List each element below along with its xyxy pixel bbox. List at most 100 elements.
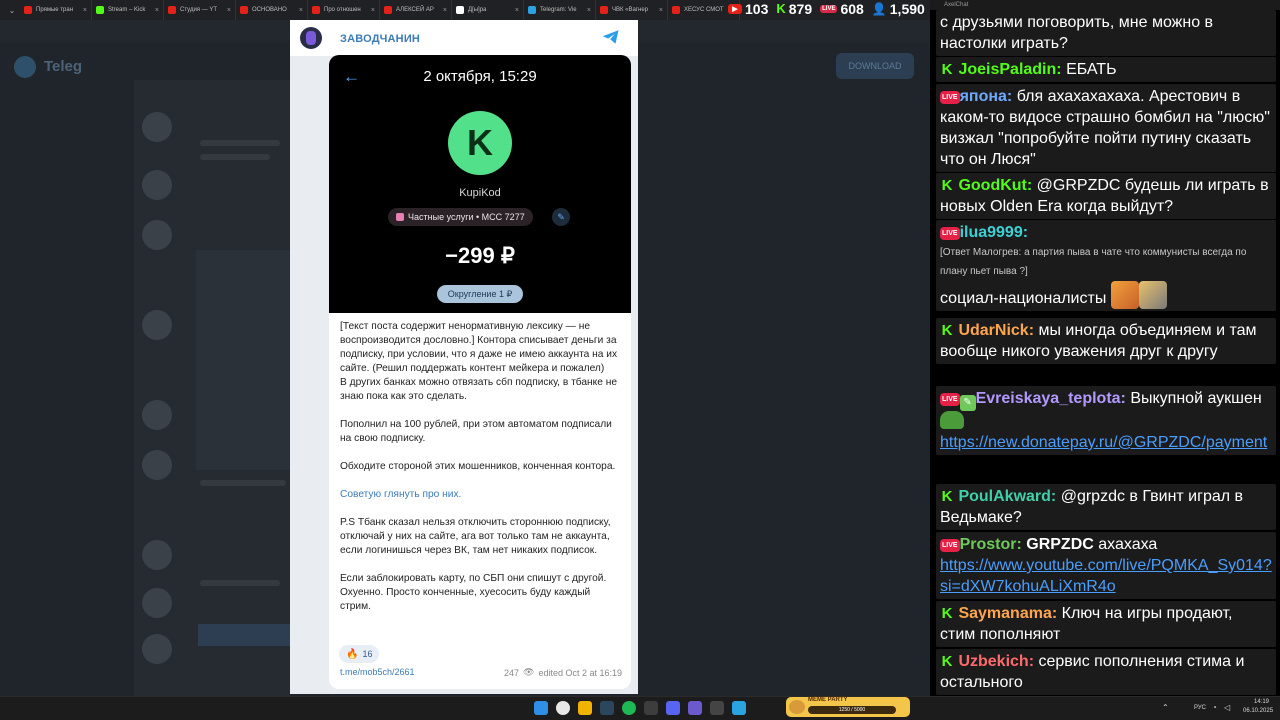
view-count: 247 xyxy=(503,667,519,678)
chat-nick[interactable]: Prostor: xyxy=(960,536,1022,553)
background-avatar xyxy=(142,170,172,200)
post-paragraph: Пополнил на 100 рублей, при этом автомат… xyxy=(340,419,612,444)
category-label: Частные услуги • MCC 7277 xyxy=(408,212,525,222)
post-paragraph: Обходите стороной этих мошенников, конче… xyxy=(340,461,616,472)
youtube-icon: ▶ xyxy=(728,3,742,14)
close-tab-icon[interactable]: × xyxy=(83,7,87,14)
tab-favicon-icon xyxy=(312,6,320,14)
background-avatar xyxy=(142,588,172,618)
chat-link[interactable]: https://new.donatepay.ru/@GRPZDC/payment xyxy=(940,434,1267,451)
pepe-emote xyxy=(940,411,964,429)
download-button[interactable]: DOWNLOAD xyxy=(836,53,914,79)
tray-chevron-icon[interactable]: ⌃ xyxy=(1162,703,1169,712)
post-text: [Текст поста содержит ненормативную лекс… xyxy=(340,320,622,628)
close-tab-icon[interactable]: × xyxy=(227,7,231,14)
chat-nick[interactable]: JoeisPaladin: xyxy=(958,61,1061,78)
emote-image xyxy=(1110,281,1139,309)
chat-nick[interactable]: GoodKut: xyxy=(958,177,1032,194)
browser-tab[interactable]: АЛЕКСЕЙ АР × xyxy=(380,0,452,20)
browser-tab[interactable]: ЧВК «Вагнер × xyxy=(596,0,668,20)
fire-reaction[interactable]: 🔥 16 xyxy=(339,645,380,663)
spotify-icon[interactable] xyxy=(622,701,636,715)
close-tab-icon[interactable]: × xyxy=(587,7,591,14)
pencil-icon: ✎ xyxy=(552,208,570,226)
background-avatar xyxy=(142,634,172,664)
message-text: ахахаха xyxy=(1098,536,1158,553)
post-link-line[interactable]: Советую глянуть про них. xyxy=(340,488,622,502)
tab-label: Прямые тран xyxy=(36,7,74,13)
chat-nick[interactable]: PoulAkward: xyxy=(958,488,1056,505)
close-tab-icon[interactable]: × xyxy=(515,7,519,14)
reaction-count: 16 xyxy=(362,649,373,659)
kick-icon: K xyxy=(941,177,953,194)
message-text: с друзьями поговорить, мне можно в насто… xyxy=(940,14,1214,52)
browser-tab[interactable]: Прямые тран × xyxy=(20,0,92,20)
chat-nick[interactable]: япона: xyxy=(960,88,1013,105)
app-icon[interactable] xyxy=(688,701,702,715)
background-image-preview xyxy=(196,250,290,470)
close-tab-icon[interactable]: × xyxy=(371,7,375,14)
post-permalink[interactable]: t.me/mob5ch/2661 xyxy=(340,667,415,678)
app-icon[interactable] xyxy=(644,701,658,715)
browser-tab[interactable]: Д[ы]ра × xyxy=(452,0,524,20)
chat-nick[interactable]: UdarNick: xyxy=(958,322,1034,339)
live-viewers: LIVE 608 xyxy=(820,0,864,17)
pencil-badge-icon: ✎ xyxy=(959,395,976,411)
chat-message: K Saymanama: Ключ на игры продают, стим … xyxy=(936,601,1276,647)
chat-nick[interactable]: ilua9999: xyxy=(960,224,1028,241)
tab-label: ХЕСУС СМОТ xyxy=(684,7,724,13)
kick-icon: K xyxy=(941,653,953,670)
receipt-date: 2 октября, 15:29 xyxy=(423,68,537,85)
browser-tab[interactable]: Студия — YT × xyxy=(164,0,236,20)
browser-tab[interactable]: ОСНОВАНО × xyxy=(236,0,308,20)
background-text-line xyxy=(200,140,280,146)
chat-link[interactable]: https://www.youtube.com/live/PQMKA_Sy014… xyxy=(940,557,1272,595)
tab-label: Студия — YT xyxy=(180,7,218,13)
message-text: Выкупной аукшен xyxy=(1130,390,1262,407)
wifi-icon[interactable]: ◔ xyxy=(1212,703,1217,712)
post-paragraph: Если заблокировать карту, по СБП они спи… xyxy=(340,573,607,612)
browser-tab[interactable]: Stream – Kick × xyxy=(92,0,164,20)
close-tab-icon[interactable]: × xyxy=(659,7,663,14)
chrome-icon[interactable] xyxy=(556,701,570,715)
clock-date[interactable]: 06.10.2025 xyxy=(1243,708,1273,714)
telegram-icon[interactable] xyxy=(732,701,746,715)
channel-avatar[interactable] xyxy=(300,27,322,49)
live-icon: LIVE xyxy=(940,227,960,240)
obs-icon[interactable] xyxy=(710,701,724,715)
windows-taskbar: ⌃ РУС ◔ ◁ 14:19 06.10.2025 xyxy=(0,696,1280,720)
chat-nick[interactable]: Evreiskaya_teplota: xyxy=(976,390,1126,407)
close-tab-icon[interactable]: × xyxy=(299,7,303,14)
post-card: ← 2 октября, 15:29 K KupiKod Частные усл… xyxy=(329,55,631,689)
tab-list-chevron-icon[interactable]: ⌄ xyxy=(4,0,20,20)
chat-message: K UdarNick: мы иногда объединяем и там в… xyxy=(936,318,1276,364)
close-tab-icon[interactable]: × xyxy=(443,7,447,14)
chat-nick[interactable]: Saymanama: xyxy=(958,605,1057,622)
chat-nick[interactable]: Uzbekich: xyxy=(958,653,1034,670)
tab-favicon-icon xyxy=(168,6,176,14)
meme-progress: 1250 / 5000 xyxy=(808,706,896,714)
browser-tab[interactable]: Про отношен × xyxy=(308,0,380,20)
start-icon[interactable] xyxy=(534,701,548,715)
telegram-plane-icon[interactable] xyxy=(602,29,620,45)
kick-icon: K xyxy=(776,1,786,16)
discord-icon[interactable] xyxy=(666,701,680,715)
browser-tab[interactable]: Telegram: Vie × xyxy=(524,0,596,20)
transaction-amount: −299 ₽ xyxy=(445,243,515,268)
input-language[interactable]: РУС xyxy=(1194,705,1206,711)
file-explorer-icon[interactable] xyxy=(578,701,592,715)
channel-name[interactable]: ЗАВОДЧАНИН xyxy=(340,33,420,45)
steam-icon[interactable] xyxy=(600,701,614,715)
message-text: социал-националисты xyxy=(940,290,1107,307)
telegram-post-panel: ЗАВОДЧАНИН ← 2 октября, 15:29 K KupiKod … xyxy=(290,20,638,694)
youtube-viewers: ▶ 103 xyxy=(728,1,768,17)
merchant-name: KupiKod xyxy=(459,187,501,199)
chat-message: LIVE ✎ Evreiskaya_teplota: Выкупной аукшен… xyxy=(936,386,1276,455)
chat-message: LIVE япона: бля ахахахахаха. Арестович в … xyxy=(936,84,1276,172)
stream-chat-panel: AxelChat с друзьями поговорить, мне можн… xyxy=(930,0,1280,696)
close-tab-icon[interactable]: × xyxy=(155,7,159,14)
volume-icon[interactable]: ◁ xyxy=(1224,703,1230,712)
tab-favicon-icon xyxy=(384,6,392,14)
clock-time[interactable]: 14:19 xyxy=(1254,699,1269,705)
background-avatar xyxy=(142,450,172,480)
